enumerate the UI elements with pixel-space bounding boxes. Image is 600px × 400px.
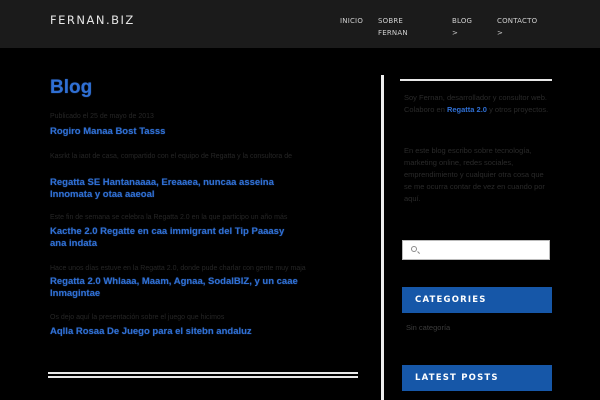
nav-item-label: CONTACTO <box>497 17 538 25</box>
about-text-after: y otros proyectos. <box>486 105 549 114</box>
content-bottom-divider <box>48 372 358 378</box>
post-entry: Publicado el 25 de mayo de 2013 Rogiro M… <box>50 112 356 138</box>
nav-item-label: BLOG <box>452 17 473 25</box>
search-input[interactable] <box>423 241 545 259</box>
post-entry: Hace unos días estuve en la Regatta 2.0,… <box>50 264 356 300</box>
about-link[interactable]: Regatta 2.0 <box>447 105 487 114</box>
nav-item-inicio[interactable]: INICIO <box>340 15 363 27</box>
column-divider <box>381 75 384 400</box>
post-entry: Kasrkt la iaot de casa, compartido con e… <box>50 152 356 201</box>
post-title-line: Aqlla Rosaa De Juego para el sitebn anda… <box>50 326 252 337</box>
search-icon[interactable] <box>411 246 421 256</box>
post-title-link[interactable]: Regatta SE Hantanaaaa, Ereaaea, nuncaa a… <box>50 177 356 201</box>
post-entry: Os dejo aquí la presentación sobre el ju… <box>50 313 356 338</box>
nav-dropdown-arrow-icon[interactable]: > <box>452 27 472 39</box>
nav-item-blog[interactable]: BLOG > <box>452 15 472 39</box>
sidebar-about-text: Soy Fernan, desarrollador y consultor we… <box>404 92 552 116</box>
nav-item-label: INICIO <box>340 17 364 25</box>
post-meta: Os dejo aquí la presentación sobre el ju… <box>50 314 225 321</box>
post-title-line: Regatta 2.0 Whlaaa, Maam, Agnaa, SodalBI… <box>50 276 298 287</box>
category-item[interactable]: Sin categoría <box>406 322 450 333</box>
post-title-line: Rogiro Manaa Bost Tasss <box>50 126 166 137</box>
post-title-link[interactable]: Aqlla Rosaa De Juego para el sitebn anda… <box>50 326 356 338</box>
post-title-line: Kacthe 2.0 Regatte en caa immigrant del … <box>50 226 285 237</box>
site-header: FERNAN.BIZ INICIO SOBRE FERNAN BLOG > CO… <box>0 0 600 48</box>
sidebar-top-divider <box>400 79 552 81</box>
nav-dropdown-arrow-icon[interactable]: > <box>497 27 537 39</box>
post-title-line: ana indata <box>50 238 97 249</box>
post-title-line: Regatta SE Hantanaaaa, Ereaaea, nuncaa a… <box>50 177 274 188</box>
post-meta: Publicado el 25 de mayo de 2013 <box>50 113 154 120</box>
nav-item-contacto[interactable]: CONTACTO > <box>497 15 537 39</box>
nav-item-sobre-fernan[interactable]: SOBRE FERNAN <box>378 15 422 39</box>
sidebar-description: En este blog escribo sobre tecnología, m… <box>404 146 545 203</box>
post-title-link[interactable]: Regatta 2.0 Whlaaa, Maam, Agnaa, SodalBI… <box>50 276 356 300</box>
post-title-link[interactable]: Rogiro Manaa Bost Tasss <box>50 126 356 138</box>
post-meta: Hace unos días estuve en la Regatta 2.0,… <box>50 265 306 272</box>
post-meta: Este fin de semana se celebra la Regatta… <box>50 214 288 221</box>
site-logo[interactable]: FERNAN.BIZ <box>50 12 135 28</box>
categories-widget-title: CATEGORIES <box>402 287 552 313</box>
post-title-line: Innomata y otaa aaeoal <box>50 189 155 200</box>
post-title-link[interactable]: Kacthe 2.0 Regatte en caa immigrant del … <box>50 226 356 250</box>
latest-posts-widget-title: LATEST POSTS <box>402 365 552 391</box>
nav-item-label: SOBRE FERNAN <box>378 17 408 37</box>
post-title-line: Inmagintae <box>50 288 101 299</box>
post-entry: Este fin de semana se celebra la Regatta… <box>50 213 356 250</box>
page-title: Blog <box>50 77 93 98</box>
post-meta: Kasrkt la iaot de casa, compartido con e… <box>50 153 293 160</box>
search-box[interactable] <box>402 240 550 260</box>
